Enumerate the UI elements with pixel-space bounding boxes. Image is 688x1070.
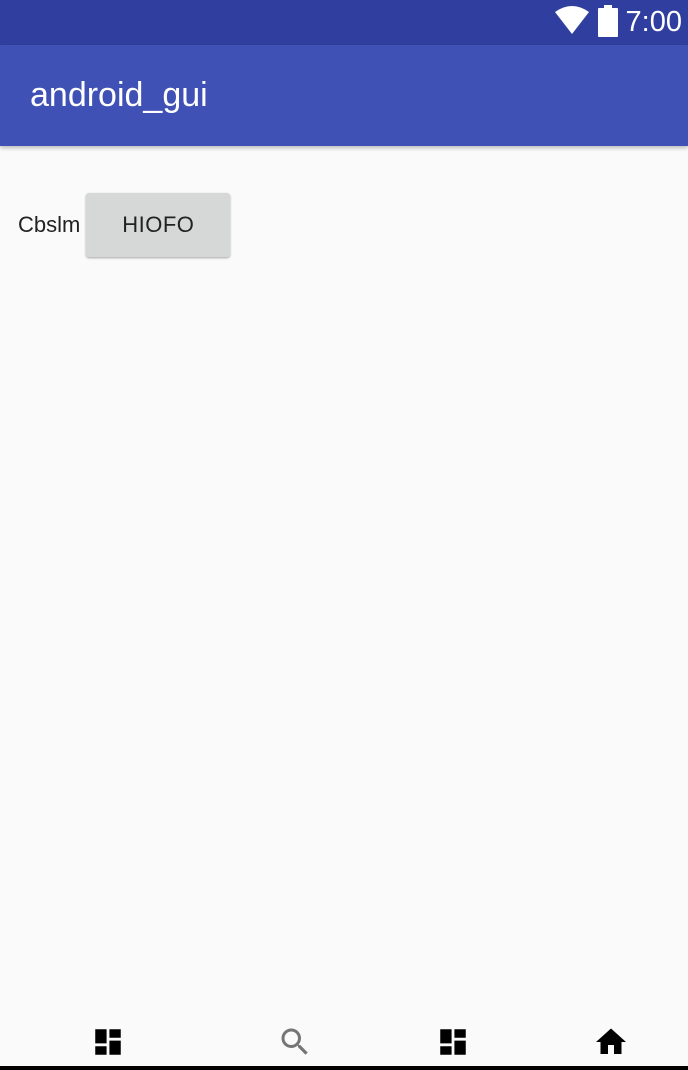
dashboard-icon [91,1025,125,1063]
bottom-edge [0,1066,688,1070]
nav-item-search[interactable] [277,1026,313,1062]
home-icon [592,1024,630,1064]
app-bar: android_gui [0,45,688,146]
nav-item-dashboard-1[interactable] [90,1026,126,1062]
dashboard-icon [436,1025,470,1063]
hiofo-button[interactable]: HIOFO [86,193,231,257]
app-title: android_gui [30,76,208,114]
battery-icon [597,4,618,41]
text-label: Cbslm [18,212,81,237]
main-content: Cbslm HIOFO [0,146,688,1024]
status-bar: 7:00 [0,0,688,45]
search-icon [277,1024,313,1064]
nav-item-dashboard-2[interactable] [435,1026,471,1062]
nav-item-home[interactable] [593,1026,629,1062]
label-button-row: Cbslm HIOFO [18,192,231,258]
status-time: 7:00 [625,6,682,38]
bottom-navigation [0,1016,688,1070]
wifi-icon [554,5,590,40]
status-icons: 7:00 [554,0,682,45]
